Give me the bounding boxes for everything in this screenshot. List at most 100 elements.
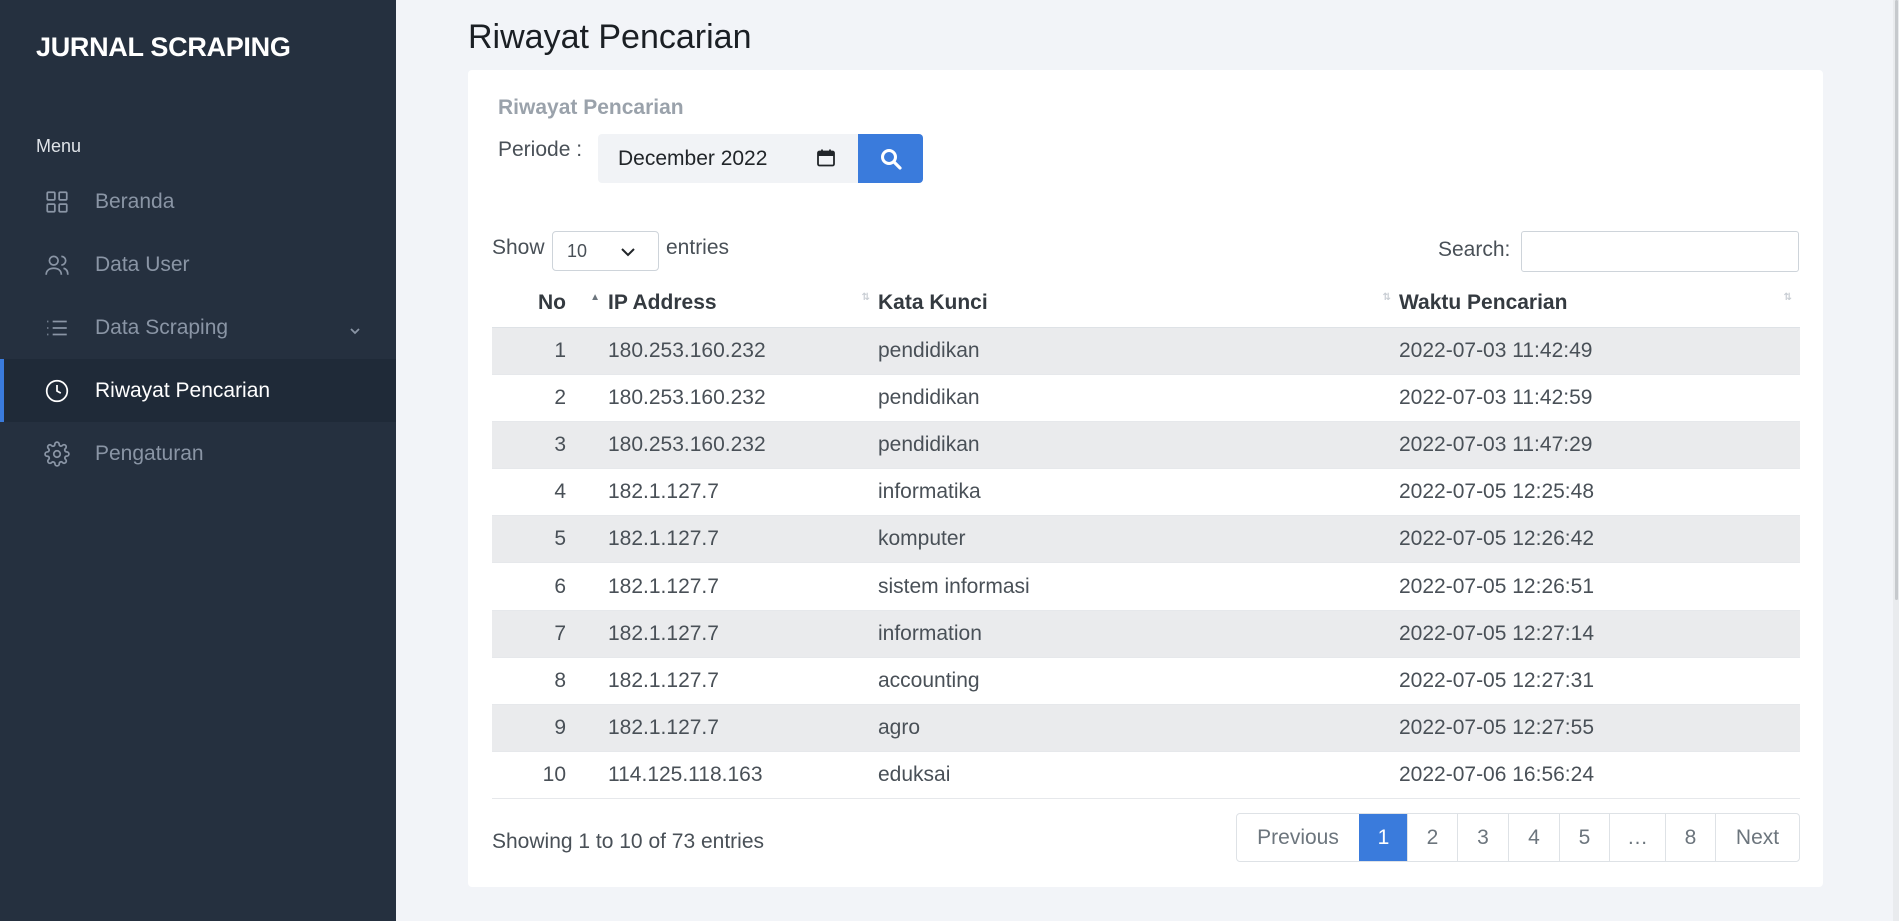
table-search-input[interactable] xyxy=(1521,231,1799,272)
cell-keyword: komputer xyxy=(878,515,1399,564)
pagination-previous[interactable]: Previous xyxy=(1237,814,1359,861)
cell-ip: 180.253.160.232 xyxy=(608,327,878,375)
sort-icon: ⇅ xyxy=(861,292,870,303)
cell-time: 2022-07-05 12:26:51 xyxy=(1399,562,1800,611)
cell-ip: 180.253.160.232 xyxy=(608,421,878,470)
sort-icon: ⇅ xyxy=(1783,292,1792,303)
history-table: No ▲ IP Address ⇅ Kata Kunci ⇅ Waktu Pencar… xyxy=(492,280,1800,800)
show-label: Show xyxy=(492,236,545,259)
table-row: 2 180.253.160.232 pendidikan 2022-07-03 … xyxy=(492,374,1800,422)
cell-time: 2022-07-05 12:26:42 xyxy=(1399,515,1800,564)
cell-ip: 182.1.127.7 xyxy=(608,657,878,706)
sidebar-item-data-user[interactable]: Data User xyxy=(0,233,396,296)
history-card: Riwayat Pencarian Periode : December 202… xyxy=(468,70,1823,887)
periode-value: December 2022 xyxy=(618,146,768,170)
cell-no: 3 xyxy=(492,421,608,470)
cell-time: 2022-07-05 12:25:48 xyxy=(1399,468,1800,517)
cell-ip: 182.1.127.7 xyxy=(608,704,878,753)
chevron-down-icon xyxy=(348,320,362,335)
cell-no: 10 xyxy=(492,751,608,800)
cell-time: 2022-07-03 11:47:29 xyxy=(1399,421,1800,470)
pagination-next[interactable]: Next xyxy=(1715,814,1799,861)
cell-no: 6 xyxy=(492,562,608,611)
pagination-page-1[interactable]: 1 xyxy=(1359,814,1407,861)
cell-keyword: information xyxy=(878,610,1399,658)
cell-ip: 114.125.118.163 xyxy=(608,751,878,800)
menu-heading: Menu xyxy=(36,136,82,156)
cell-ip: 180.253.160.232 xyxy=(608,374,878,422)
search-label: Search: xyxy=(1438,238,1511,261)
entries-length-value: 10 xyxy=(567,240,588,261)
table-row: 4 182.1.127.7 informatika 2022-07-05 12:… xyxy=(492,468,1800,517)
users-icon xyxy=(44,252,70,278)
table-row: 10 114.125.118.163 eduksai 2022-07-06 16… xyxy=(492,751,1800,800)
pagination-page-4[interactable]: 4 xyxy=(1508,814,1559,861)
pagination: Previous 1 2 3 4 5 … 8 Next xyxy=(1236,813,1800,862)
cell-ip: 182.1.127.7 xyxy=(608,468,878,517)
sidebar-item-label: Beranda xyxy=(95,189,175,213)
table-row: 5 182.1.127.7 komputer 2022-07-05 12:26:… xyxy=(492,515,1800,564)
cell-no: 2 xyxy=(492,374,608,422)
sidebar: JURNAL SCRAPING Menu Beranda Data User D… xyxy=(0,0,396,921)
cell-time: 2022-07-05 12:27:55 xyxy=(1399,704,1800,753)
periode-month-input[interactable]: December 2022 xyxy=(598,134,858,183)
table-row: 7 182.1.127.7 information 2022-07-05 12:… xyxy=(492,610,1800,658)
cell-no: 7 xyxy=(492,610,608,658)
table-header-row: No ▲ IP Address ⇅ Kata Kunci ⇅ Waktu Pencar… xyxy=(492,280,1800,328)
table-row: 8 182.1.127.7 accounting 2022-07-05 12:2… xyxy=(492,657,1800,706)
cell-ip: 182.1.127.7 xyxy=(608,515,878,564)
sidebar-item-label: Riwayat Pencarian xyxy=(95,378,271,402)
cell-time: 2022-07-05 12:27:31 xyxy=(1399,657,1800,706)
sidebar-nav: Beranda Data User Data Scraping Riwayat … xyxy=(0,170,396,485)
sidebar-item-beranda[interactable]: Beranda xyxy=(0,170,396,233)
periode-label: Periode : xyxy=(498,138,583,161)
sidebar-item-label: Data User xyxy=(95,252,190,276)
cell-ip: 182.1.127.7 xyxy=(608,562,878,611)
cell-no: 1 xyxy=(492,327,608,375)
cell-keyword: agro xyxy=(878,704,1399,753)
cell-ip: 182.1.127.7 xyxy=(608,610,878,658)
cell-keyword: sistem informasi xyxy=(878,562,1399,611)
pagination-page-5[interactable]: 5 xyxy=(1559,814,1609,861)
list-icon xyxy=(44,315,70,341)
table-row: 1 180.253.160.232 pendidikan 2022-07-03 … xyxy=(492,327,1800,375)
sidebar-item-label: Pengaturan xyxy=(95,441,204,465)
scrollbar-thumb[interactable] xyxy=(1895,0,1898,600)
brand-title[interactable]: JURNAL SCRAPING xyxy=(36,32,291,63)
pagination-page-3[interactable]: 3 xyxy=(1457,814,1508,861)
search-button[interactable] xyxy=(858,134,923,183)
cell-no: 9 xyxy=(492,704,608,753)
cell-keyword: pendidikan xyxy=(878,374,1399,422)
cell-no: 4 xyxy=(492,468,608,517)
sidebar-item-riwayat-pencarian[interactable]: Riwayat Pencarian xyxy=(0,359,396,422)
sort-icon: ⇅ xyxy=(1382,292,1391,303)
gear-icon xyxy=(44,440,70,467)
column-header-ip-address[interactable]: IP Address ⇅ xyxy=(608,280,878,328)
table-row: 3 180.253.160.232 pendidikan 2022-07-03 … xyxy=(492,421,1800,470)
pagination-ellipsis: … xyxy=(1609,814,1665,861)
entries-length-select[interactable]: 10 xyxy=(552,231,659,271)
search-icon xyxy=(880,148,902,170)
page-title: Riwayat Pencarian xyxy=(468,18,752,56)
page-scrollbar[interactable] xyxy=(1893,0,1899,921)
calendar-icon[interactable] xyxy=(816,148,836,168)
column-header-waktu-pencarian[interactable]: Waktu Pencarian ⇅ xyxy=(1399,280,1800,328)
cell-time: 2022-07-03 11:42:49 xyxy=(1399,327,1800,375)
cell-keyword: accounting xyxy=(878,657,1399,706)
sidebar-item-pengaturan[interactable]: Pengaturan xyxy=(0,422,396,485)
table-info: Showing 1 to 10 of 73 entries xyxy=(492,830,765,853)
column-header-kata-kunci[interactable]: Kata Kunci ⇅ xyxy=(878,280,1399,328)
cell-keyword: pendidikan xyxy=(878,421,1399,470)
table-row: 6 182.1.127.7 sistem informasi 2022-07-0… xyxy=(492,562,1800,611)
sidebar-item-label: Data Scraping xyxy=(95,315,229,339)
pagination-page-2[interactable]: 2 xyxy=(1407,814,1457,861)
grid-icon xyxy=(44,189,70,215)
card-title: Riwayat Pencarian xyxy=(498,96,684,119)
cell-time: 2022-07-06 16:56:24 xyxy=(1399,751,1800,800)
pagination-page-8[interactable]: 8 xyxy=(1665,814,1715,861)
sort-asc-icon: ▲ xyxy=(590,292,600,303)
entries-label: entries xyxy=(666,236,730,259)
column-header-no[interactable]: No ▲ xyxy=(492,280,608,328)
cell-no: 8 xyxy=(492,657,608,706)
sidebar-item-data-scraping[interactable]: Data Scraping xyxy=(0,296,396,359)
